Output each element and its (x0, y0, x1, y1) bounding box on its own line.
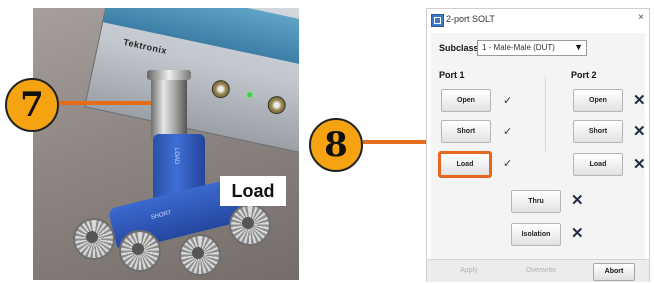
chevron-down-icon[interactable]: ▼ (574, 42, 583, 52)
instrument-port (266, 94, 288, 116)
step-7-badge: 7 (5, 78, 59, 132)
port1-open-button[interactable]: Open (441, 89, 491, 112)
knurled-connector (73, 218, 115, 260)
subclass-dropdown[interactable]: 1 - Male-Male (DUT) ▼ (477, 40, 587, 56)
step-8-badge: 8 (309, 118, 363, 172)
thru-button[interactable]: Thru (511, 190, 561, 213)
port1-load-button[interactable]: Load (438, 151, 492, 178)
cross-icon: ✕ (633, 123, 646, 140)
knurled-connector (119, 230, 161, 272)
check-icon: ✓ (503, 126, 513, 138)
subclass-label: Subclass (439, 43, 479, 53)
port-divider (545, 77, 546, 151)
dialog-title: 2-port SOLT (446, 14, 495, 24)
abort-button[interactable]: Abort (593, 263, 635, 281)
load-label: Load (220, 176, 286, 206)
port-connector (147, 70, 191, 140)
calibration-photo: Tektronix LOAD SHORT (33, 8, 299, 280)
instrument-port (210, 78, 232, 100)
subclass-value: 1 - Male-Male (DUT) (482, 43, 555, 52)
dialog-footer: Apply Overwrite Abort (427, 259, 649, 282)
app-icon (431, 14, 444, 27)
overwrite-button[interactable]: Overwrite (521, 263, 561, 279)
cross-icon: ✕ (633, 156, 646, 173)
cross-icon: ✕ (571, 192, 584, 209)
calibration-panel: Subclass 1 - Male-Male (DUT) ▼ Port 1 Po… (431, 33, 646, 259)
port2-load-button[interactable]: Load (573, 153, 623, 176)
port1-short-button[interactable]: Short (441, 120, 491, 143)
instrument-brand: Tektronix (122, 36, 168, 56)
close-icon[interactable]: × (638, 12, 644, 23)
title-bar: 2-port SOLT × (427, 9, 649, 31)
isolation-button[interactable]: Isolation (511, 223, 561, 246)
callout-leader-8 (363, 135, 437, 149)
apply-button[interactable]: Apply (449, 263, 489, 279)
port2-short-button[interactable]: Short (573, 120, 623, 143)
port-1-label: Port 1 (439, 70, 465, 80)
port2-open-button[interactable]: Open (573, 89, 623, 112)
check-icon: ✓ (503, 158, 513, 170)
cross-icon: ✕ (633, 92, 646, 109)
knurled-connector (229, 204, 271, 246)
status-led (246, 91, 253, 98)
callout-leader-7 (57, 101, 151, 105)
check-icon: ✓ (503, 95, 513, 107)
port-2-label: Port 2 (571, 70, 597, 80)
solt-dialog: 2-port SOLT × Subclass 1 - Male-Male (DU… (426, 8, 650, 282)
cross-icon: ✕ (571, 225, 584, 242)
knurled-connector (179, 234, 221, 276)
